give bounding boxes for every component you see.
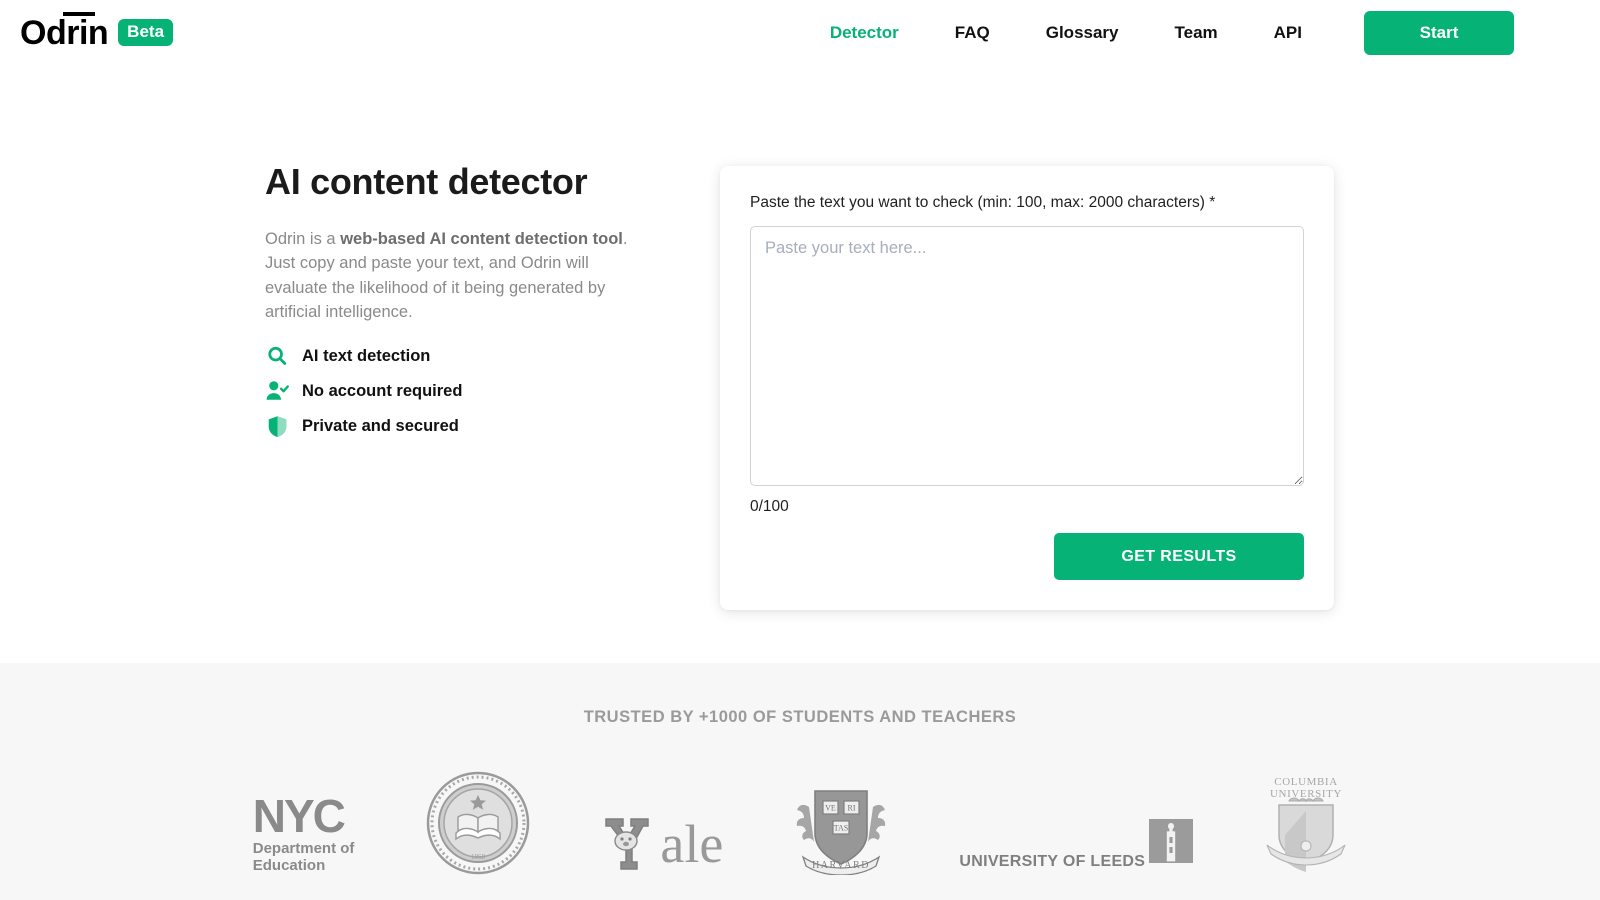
hero-copy: AI content detector Odrin is a web-based… <box>265 161 665 324</box>
svg-text:RI: RI <box>848 804 856 813</box>
feature-label: Private and secured <box>302 416 459 435</box>
textarea-label: Paste the text you want to check (min: 1… <box>750 194 1216 211</box>
nav-item-api[interactable]: API <box>1246 23 1330 43</box>
nav-item-faq[interactable]: FAQ <box>927 23 1018 43</box>
svg-text:VE: VE <box>826 804 837 813</box>
svg-text:TAS: TAS <box>834 824 848 833</box>
yale-logo: ale <box>602 813 723 875</box>
character-counter: 0/100 <box>750 498 789 515</box>
feature-item-ai-text-detection: AI text detection <box>265 344 462 368</box>
page-title: AI content detector <box>265 161 588 202</box>
columbia-crest-icon: COLUMBIA UNIVERSITY <box>1266 776 1346 872</box>
yale-y-bulldog-icon <box>605 818 650 870</box>
card-actions: GET RESULTS <box>750 533 1304 580</box>
nyc-subtitle-line2: Education <box>252 857 326 875</box>
harvard-logo: VE RI TAS HARVARD <box>795 777 887 875</box>
user-check-icon <box>265 379 289 403</box>
hero-description-bold: web-based AI content detection tool <box>340 230 623 248</box>
feature-item-no-account-required: No account required <box>265 379 462 403</box>
columbia-university-logo: COLUMBIA UNIVERSITY <box>1265 771 1347 875</box>
hero-description-before: Odrin is a <box>265 230 341 248</box>
get-results-button[interactable]: GET RESULTS <box>1054 533 1304 580</box>
feature-list: AI text detection No account required Pr… <box>265 344 462 438</box>
nyc-wordmark: NYC <box>252 790 346 843</box>
nyc-department-of-education-logo: NYC Department of Education <box>252 790 355 875</box>
text-input[interactable] <box>750 226 1304 486</box>
columbia-wordmark-line2: UNIVERSITY <box>1270 788 1342 800</box>
feature-label: No account required <box>302 381 463 400</box>
harvard-crest-icon: VE RI TAS HARVARD <box>797 790 886 875</box>
trusted-by-title: TRUSTED BY +1000 OF STUDENTS AND TEACHER… <box>583 708 1017 726</box>
leeds-wordmark: UNIVERSITY OF LEEDS <box>959 853 1146 870</box>
uc-berkeley-logo: 1868 <box>426 771 530 875</box>
nav-item-team[interactable]: Team <box>1147 23 1246 43</box>
leeds-tower-icon <box>1149 819 1194 863</box>
feature-label: AI text detection <box>302 346 431 365</box>
logo-wordmark: Odrin <box>20 14 109 52</box>
logo-overline <box>63 12 95 16</box>
uc-berkeley-seal-icon: 1868 <box>427 771 530 875</box>
harvard-wordmark: HARVARD <box>812 860 870 871</box>
hero-section: AI content detector Odrin is a web-based… <box>0 66 1600 663</box>
site-header: Odrin Beta Detector FAQ Glossary Team AP… <box>0 0 1600 66</box>
start-button[interactable]: Start <box>1364 11 1514 55</box>
logo[interactable]: Odrin Beta <box>20 12 174 52</box>
university-of-leeds-logo: UNIVERSITY OF LEEDS <box>959 819 1194 875</box>
uc-berkeley-year: 1868 <box>471 853 486 861</box>
search-icon <box>265 344 289 368</box>
shield-icon <box>265 414 289 438</box>
main-navigation: Detector FAQ Glossary Team API Start <box>802 0 1514 66</box>
nav-item-detector[interactable]: Detector <box>802 23 927 43</box>
partner-logos: NYC Department of Education 1868 ale VE … <box>0 765 1600 875</box>
feature-item-private-and-secured: Private and secured <box>265 414 462 438</box>
detector-card: Paste the text you want to check (min: 1… <box>720 166 1334 610</box>
yale-wordmark: ale <box>660 814 724 874</box>
hero-description: Odrin is a web-based AI content detectio… <box>265 227 655 324</box>
nav-item-glossary[interactable]: Glossary <box>1018 23 1147 43</box>
beta-badge: Beta <box>118 19 174 46</box>
nyc-subtitle-line1: Department of <box>252 840 355 858</box>
logo-text: Odrin <box>20 12 109 52</box>
columbia-wordmark-line1: COLUMBIA <box>1275 776 1338 788</box>
trusted-by-section: TRUSTED BY +1000 OF STUDENTS AND TEACHER… <box>0 663 1600 900</box>
